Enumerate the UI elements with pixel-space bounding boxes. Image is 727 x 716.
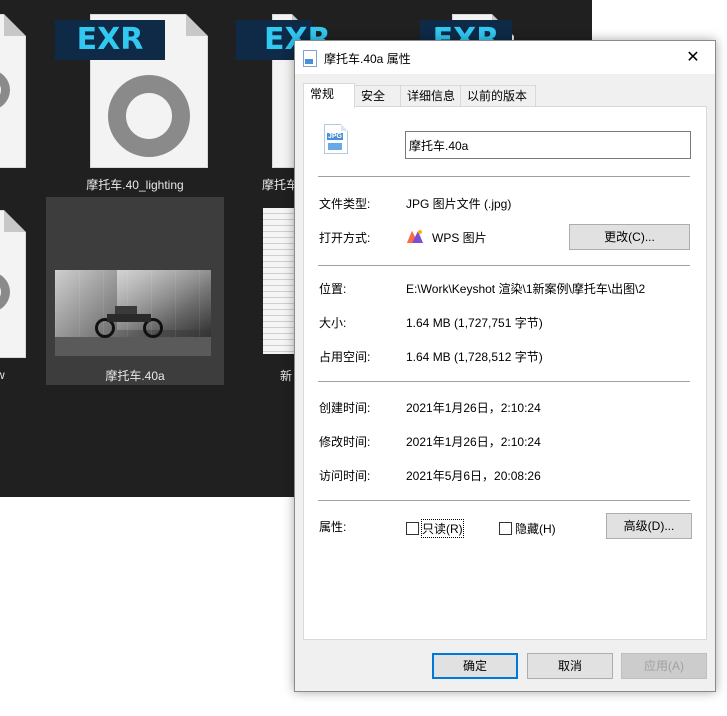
created-value: 2021年1月26日，2:10:24 (406, 401, 541, 415)
size-label: 大小: (319, 316, 347, 330)
tab-label: 详细信息 (407, 89, 456, 103)
properties-dialog: 摩托车.40a 属性 ✕ 常规 安全 详细信息 以前的版本 JPG 文件类型: … (294, 40, 716, 692)
jpg-file-icon: JPG (324, 124, 348, 154)
attributes-label: 属性: (319, 520, 347, 534)
change-button[interactable]: 更改(C)... (569, 224, 690, 250)
general-panel: JPG 文件类型: JPG 图片文件 (.jpg) 打开方式: WPS 图片 更… (303, 106, 707, 640)
divider (318, 381, 690, 382)
tab-details[interactable]: 详细信息 (400, 85, 462, 106)
cancel-button[interactable]: 取消 (527, 653, 613, 679)
advanced-button[interactable]: 高级(D)... (606, 513, 692, 539)
tab-security[interactable]: 安全 (354, 85, 402, 106)
size-on-disk-value: 1.64 MB (1,728,512 字节) (406, 350, 543, 364)
file-label: 摩托车.40a (105, 369, 165, 383)
modified-label: 修改时间: (319, 435, 371, 449)
exr-badge: EXR (55, 20, 165, 60)
size-value: 1.64 MB (1,727,751 字节) (406, 316, 543, 330)
motorcycle-thumbnail (55, 270, 211, 356)
tab-label: 安全 (361, 89, 386, 103)
open-with-label: 打开方式: (319, 231, 371, 245)
dialog-title: 摩托车.40a 属性 (324, 52, 411, 66)
tab-previous-versions[interactable]: 以前的版本 (460, 85, 536, 106)
file-label: 摩托车.40_lighting (86, 178, 184, 192)
close-icon: ✕ (686, 49, 700, 66)
file-type-badge: JPG (327, 133, 344, 140)
tab-label: 以前的版本 (467, 89, 528, 103)
file-type-label: 文件类型: (319, 197, 371, 211)
tab-label: 常规 (310, 87, 335, 101)
image-file-icon (303, 50, 317, 67)
created-label: 创建时间: (319, 401, 371, 415)
ok-button[interactable]: 确定 (432, 653, 518, 679)
aperture-icon (108, 75, 190, 157)
readonly-checkbox[interactable] (406, 522, 419, 535)
size-on-disk-label: 占用空间: (319, 350, 371, 364)
divider (318, 176, 690, 177)
close-button[interactable]: ✕ (671, 41, 715, 74)
accessed-label: 访问时间: (319, 469, 371, 483)
accessed-value: 2021年5月6日，20:08:26 (406, 469, 541, 483)
title-bar[interactable]: 摩托车.40a 属性 ✕ (295, 41, 715, 74)
location-label: 位置: (319, 282, 347, 296)
divider (318, 265, 690, 266)
readonly-label[interactable]: 只读(R) (421, 519, 464, 538)
open-with-value: WPS 图片 (432, 231, 487, 245)
hidden-checkbox[interactable] (499, 522, 512, 535)
apply-button[interactable]: 应用(A) (621, 653, 707, 679)
wps-image-app-icon (407, 230, 423, 243)
hidden-label[interactable]: 隐藏(H) (515, 520, 556, 537)
file-name-input[interactable] (405, 131, 691, 159)
file-type-value: JPG 图片文件 (.jpg) (406, 197, 512, 211)
file-label: w (0, 368, 5, 382)
tab-general[interactable]: 常规 (303, 83, 355, 108)
location-value: E:\Work\Keyshot 渲染\1新案例\摩托车\出图\2 (406, 282, 646, 296)
divider (318, 500, 690, 501)
modified-value: 2021年1月26日，2:10:24 (406, 435, 541, 449)
